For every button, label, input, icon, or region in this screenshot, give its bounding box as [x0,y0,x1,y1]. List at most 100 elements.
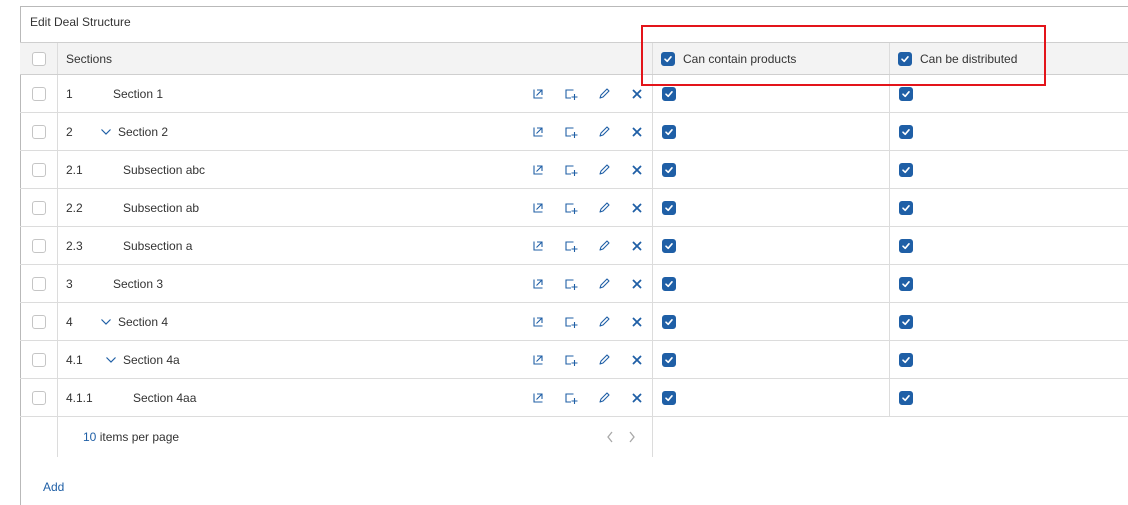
move-icon[interactable] [531,87,545,101]
edit-pencil-icon[interactable] [597,353,611,367]
can-be-distributed-checkbox[interactable] [899,86,913,101]
row-select-checkbox[interactable] [31,314,46,329]
can-be-distributed-all-checkbox[interactable] [898,51,912,66]
row-select-checkbox[interactable] [31,124,46,139]
section-name: Subsection ab [123,200,200,215]
row-select-cell [20,151,58,188]
page-size-suffix: items per page [96,430,180,444]
table-row[interactable]: 2.2 Subsection ab [20,189,1128,227]
can-be-distributed-checkbox[interactable] [899,352,913,367]
footer-check-cell [20,417,58,457]
delete-x-icon[interactable] [630,87,644,101]
delete-x-icon[interactable] [630,315,644,329]
select-all-checkbox[interactable] [31,51,46,66]
move-icon[interactable] [531,391,545,405]
add-subsection-icon[interactable] [564,391,578,405]
edit-pencil-icon[interactable] [597,87,611,101]
row-select-checkbox[interactable] [31,162,46,177]
can-contain-products-checkbox[interactable] [662,390,676,405]
can-contain-products-checkbox[interactable] [662,314,676,329]
move-icon[interactable] [531,125,545,139]
table-row[interactable]: 2.3 Subsection a [20,227,1128,265]
can-be-distributed-checkbox[interactable] [899,390,913,405]
next-page-icon[interactable] [624,429,640,445]
delete-x-icon[interactable] [630,125,644,139]
chevron-down-icon[interactable] [105,354,117,366]
row-select-cell [20,341,58,378]
delete-x-icon[interactable] [630,163,644,177]
items-per-page-selector[interactable]: 10 items per page [83,430,179,444]
move-icon[interactable] [531,239,545,253]
can-contain-products-checkbox[interactable] [662,352,676,367]
table-row[interactable]: 2 Section 2 [20,113,1128,151]
previous-page-icon[interactable] [602,429,618,445]
row-select-checkbox[interactable] [31,200,46,215]
edit-pencil-icon[interactable] [597,277,611,291]
add-subsection-icon[interactable] [564,353,578,367]
can-be-distributed-checkbox[interactable] [899,238,913,253]
can-be-distributed-checkbox[interactable] [899,314,913,329]
edit-pencil-icon[interactable] [597,391,611,405]
can-contain-products-checkbox[interactable] [662,124,676,139]
can-contain-products-cell [653,303,890,340]
delete-x-icon[interactable] [630,201,644,215]
row-select-checkbox[interactable] [31,86,46,101]
row-select-checkbox[interactable] [31,276,46,291]
can-contain-products-checkbox[interactable] [662,276,676,291]
can-contain-products-all-checkbox[interactable] [661,51,675,66]
edit-pencil-icon[interactable] [597,239,611,253]
can-be-distributed-checkbox[interactable] [899,200,913,215]
move-icon[interactable] [531,201,545,215]
can-contain-products-checkbox[interactable] [662,162,676,177]
table-row[interactable]: 3 Section 3 [20,265,1128,303]
can-be-distributed-cell [890,151,1128,188]
move-icon[interactable] [531,315,545,329]
row-select-checkbox[interactable] [31,390,46,405]
edit-pencil-icon[interactable] [597,163,611,177]
section-number: 1 [66,86,73,101]
move-icon[interactable] [531,353,545,367]
can-be-distributed-checkbox[interactable] [899,162,913,177]
table-row[interactable]: 2.1 Subsection abc [20,151,1128,189]
delete-x-icon[interactable] [630,277,644,291]
row-select-cell [20,75,58,112]
edit-pencil-icon[interactable] [597,125,611,139]
delete-x-icon[interactable] [630,391,644,405]
grid-header: Sections Can contain products Can be dis… [20,42,1128,75]
delete-x-icon[interactable] [630,239,644,253]
chevron-down-icon[interactable] [100,126,112,138]
row-actions [512,201,644,215]
add-subsection-icon[interactable] [564,239,578,253]
add-subsection-icon[interactable] [564,201,578,215]
edit-pencil-icon[interactable] [597,315,611,329]
move-icon[interactable] [531,277,545,291]
add-subsection-icon[interactable] [564,163,578,177]
can-contain-products-checkbox[interactable] [662,200,676,215]
add-subsection-icon[interactable] [564,277,578,291]
row-actions [512,125,644,139]
can-be-distributed-checkbox[interactable] [899,124,913,139]
add-subsection-icon[interactable] [564,87,578,101]
table-row[interactable]: 1 Section 1 [20,75,1128,113]
can-contain-products-checkbox[interactable] [662,238,676,253]
table-row[interactable]: 4.1.1 Section 4aa [20,379,1128,417]
row-select-checkbox[interactable] [31,238,46,253]
move-icon[interactable] [531,163,545,177]
delete-x-icon[interactable] [630,353,644,367]
can-contain-products-cell [653,341,890,378]
table-row[interactable]: 4.1 Section 4a [20,341,1128,379]
page-size-value[interactable]: 10 [83,430,96,444]
add-section-link[interactable]: Add [43,480,64,494]
edit-pencil-icon[interactable] [597,201,611,215]
can-be-distributed-cell [890,265,1128,302]
can-be-distributed-checkbox[interactable] [899,276,913,291]
row-select-checkbox[interactable] [31,352,46,367]
can-contain-products-cell [653,265,890,302]
can-contain-products-checkbox[interactable] [662,86,676,101]
can-be-distributed-cell [890,227,1128,264]
add-subsection-icon[interactable] [564,315,578,329]
add-subsection-icon[interactable] [564,125,578,139]
sections-column-header[interactable]: Sections [66,52,112,66]
chevron-down-icon[interactable] [100,316,112,328]
table-row[interactable]: 4 Section 4 [20,303,1128,341]
